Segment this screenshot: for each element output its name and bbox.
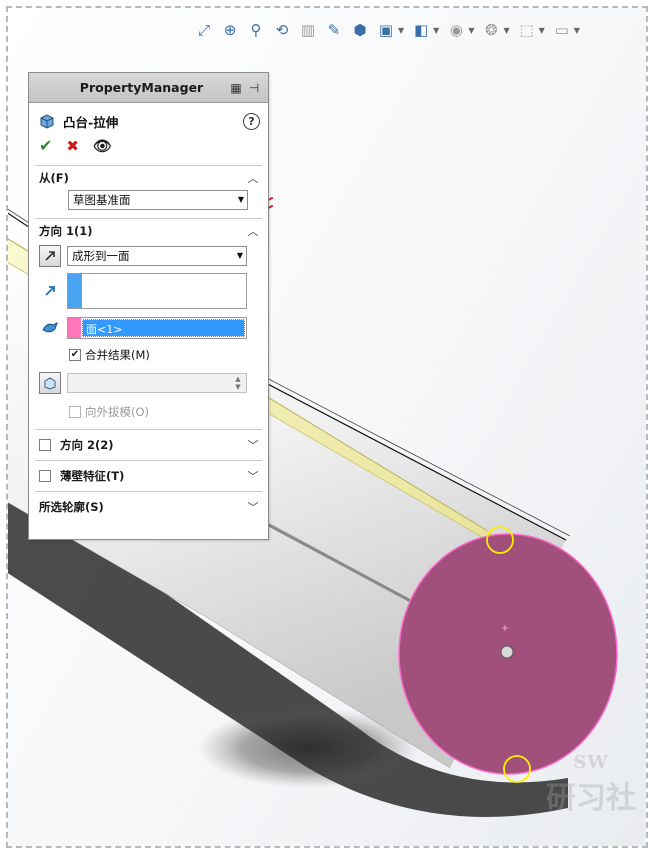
direction2-section: 方向 2(2) ﹀ <box>35 429 262 460</box>
action-row: ✔ ✖ 👁 <box>29 135 268 157</box>
chevron-down-icon[interactable]: ▼ <box>468 26 474 35</box>
direction-vector-listbox[interactable] <box>67 273 247 309</box>
chevron-down-icon[interactable]: ▼ <box>574 26 580 35</box>
selected-contours-section-header[interactable]: 所选轮廓(S) ﹀ <box>35 492 262 522</box>
help-icon[interactable]: ? <box>243 112 260 130</box>
chevron-down-icon: ▼ <box>237 195 244 204</box>
merge-result-checkbox[interactable]: ✔ <box>69 349 81 361</box>
watermark-top: SW <box>573 752 609 773</box>
apply-scene-icon[interactable]: ❂ <box>479 18 503 42</box>
property-manager-panel: PropertyManager ▦ ⊣ 凸台-拉伸 ? ✔ ✖ 👁 从(F) ︿… <box>28 72 269 540</box>
zoom-to-fit-icon[interactable]: ⤢ <box>192 18 216 42</box>
chevron-down-icon[interactable]: ﹀ <box>246 468 260 484</box>
watermark: SW 研习社 <box>536 752 646 842</box>
end-condition-value: 成形到一面 <box>72 249 130 263</box>
direction2-checkbox[interactable] <box>39 439 51 451</box>
checkmark-icon[interactable]: ✔ <box>39 138 52 154</box>
extrude-boss-icon <box>37 112 57 130</box>
thin-feature-section-title: 薄壁特征(T) <box>60 469 125 483</box>
draft-angle-input: ▲ ▼ <box>67 373 247 393</box>
hide-show-items-icon[interactable]: ◧ <box>409 18 433 42</box>
from-section: 从(F) ︿ 草图基准面 ▼ <box>35 165 262 210</box>
chevron-down-icon[interactable]: ▼ <box>398 26 404 35</box>
direction2-section-title: 方向 2(2) <box>60 438 114 452</box>
face-selection-listbox[interactable]: 面<1> <box>67 317 247 339</box>
previous-view-icon[interactable]: ⟲ <box>270 18 294 42</box>
chevron-down-icon[interactable]: ▼ <box>433 26 439 35</box>
from-section-header[interactable]: 从(F) ︿ <box>35 166 262 190</box>
direction1-section: 方向 1(1) ︿ 成形到一面 ▼ 面<1> ✔ 合并结果(M) ▲ ▼ 向外拔… <box>35 218 262 421</box>
reverse-direction-icon[interactable] <box>39 245 61 267</box>
eye-icon[interactable]: 👁 <box>93 138 112 154</box>
draft-outward-checkbox <box>69 406 81 418</box>
app-window: ⤢ ⊕ ⚲ ⟲ ▥ ✎ ⬢ ▣ ▼ ◧ ▼ ◉ ▼ ❂ ▼ ⬚ ▼ ▭ ▼ Pr… <box>0 0 654 854</box>
chevron-down-icon[interactable]: ﹀ <box>246 499 260 515</box>
display-style-icon[interactable]: ▣ <box>374 18 398 42</box>
draft-icon[interactable] <box>39 372 61 394</box>
start-condition-value: 草图基准面 <box>73 193 131 207</box>
dynamic-annotation-icon[interactable]: ✎ <box>322 18 346 42</box>
zoom-magnifier-icon[interactable]: ⚲ <box>244 18 268 42</box>
monitor-icon[interactable]: ▭ <box>550 18 574 42</box>
view-orientation-icon[interactable]: ⬢ <box>348 18 372 42</box>
grid-icon[interactable]: ▦ <box>228 80 244 96</box>
start-condition-select[interactable]: 草图基准面 ▼ <box>68 190 248 210</box>
selected-contours-section-title: 所选轮廓(S) <box>39 500 104 514</box>
chevron-up-icon[interactable]: ︿ <box>246 223 260 239</box>
edit-appearance-icon[interactable]: ◉ <box>444 18 468 42</box>
feature-title-row: 凸台-拉伸 ? <box>29 107 268 135</box>
zoom-to-area-icon[interactable]: ⊕ <box>218 18 242 42</box>
thin-feature-checkbox[interactable] <box>39 470 51 482</box>
selected-face-item[interactable]: 面<1> <box>82 319 245 337</box>
direction1-section-header[interactable]: 方向 1(1) ︿ <box>35 219 262 243</box>
thin-feature-section: 薄壁特征(T) ﹀ <box>35 460 262 491</box>
panel-title: PropertyManager <box>79 80 204 95</box>
selected-contours-section: 所选轮廓(S) ﹀ <box>35 491 262 522</box>
spin-up-icon: ▲ <box>235 375 241 383</box>
thin-feature-section-header[interactable]: 薄壁特征(T) ﹀ <box>35 461 262 491</box>
view-settings-icon[interactable]: ⬚ <box>515 18 539 42</box>
heads-up-toolbar: ⤢ ⊕ ⚲ ⟲ ▥ ✎ ⬢ ▣ ▼ ◧ ▼ ◉ ▼ ❂ ▼ ⬚ ▼ ▭ ▼ <box>192 17 583 43</box>
draft-outward-label: 向外拔模(O) <box>85 405 150 419</box>
face-surface-icon <box>39 317 61 339</box>
direction-vector-icon <box>39 280 61 302</box>
panel-header: PropertyManager ▦ ⊣ <box>29 73 268 103</box>
chevron-down-icon[interactable]: ﹀ <box>246 437 260 453</box>
section-view-icon[interactable]: ▥ <box>296 18 320 42</box>
cross-icon[interactable]: ✖ <box>66 138 79 154</box>
direction1-section-title: 方向 1(1) <box>39 224 93 238</box>
chevron-up-icon[interactable]: ︿ <box>246 170 260 186</box>
pin-icon[interactable]: ⊣ <box>246 80 262 96</box>
watermark-text: 研习社 <box>546 781 636 816</box>
direction2-section-header[interactable]: 方向 2(2) ﹀ <box>35 430 262 460</box>
spin-down-icon: ▼ <box>235 383 241 391</box>
feature-name: 凸台-拉伸 <box>63 114 119 130</box>
chevron-down-icon[interactable]: ▼ <box>503 26 509 35</box>
end-condition-select[interactable]: 成形到一面 ▼ <box>67 246 247 266</box>
graphics-area[interactable]: ⤢ ⊕ ⚲ ⟲ ▥ ✎ ⬢ ▣ ▼ ◧ ▼ ◉ ▼ ❂ ▼ ⬚ ▼ ▭ ▼ Pr… <box>8 8 646 846</box>
merge-result-label: 合并结果(M) <box>85 348 150 362</box>
chevron-down-icon: ▼ <box>236 251 243 260</box>
from-section-title: 从(F) <box>39 171 69 185</box>
chevron-down-icon[interactable]: ▼ <box>539 26 545 35</box>
